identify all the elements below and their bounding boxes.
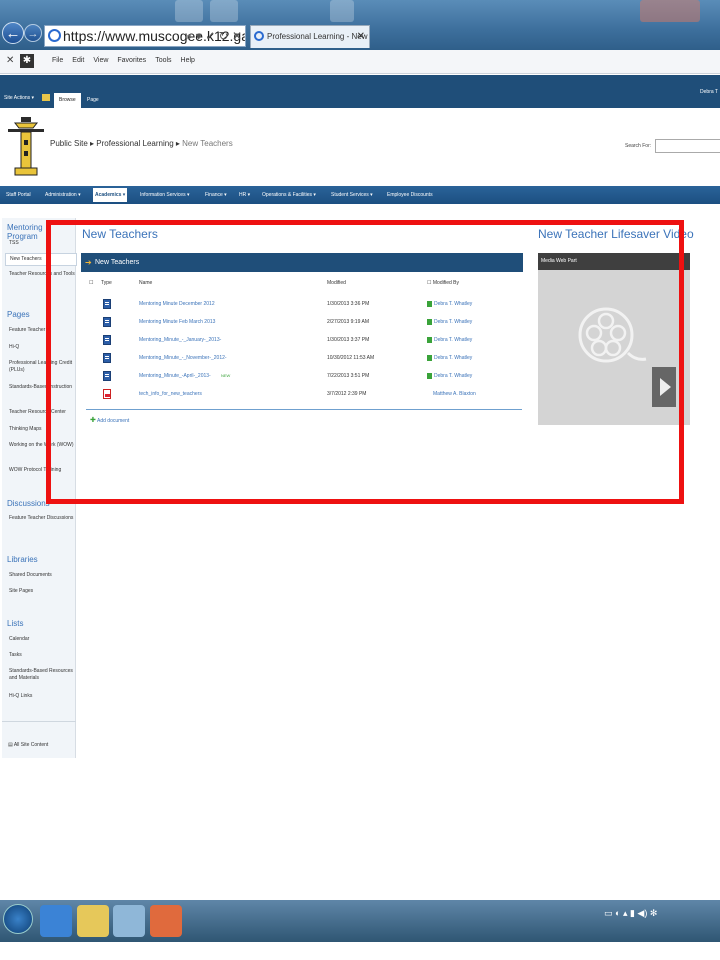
tab-title: Professional Learning - New Teac...	[267, 32, 369, 41]
topnav-item[interactable]: Information Services ▾	[140, 192, 189, 198]
nav-heading-lists[interactable]: Lists	[7, 619, 23, 628]
address-controls-icon[interactable]: ⌕ ▾ ✓ ↻ ✕	[186, 26, 242, 46]
breadcrumb-public-site[interactable]: Public Site	[50, 139, 88, 148]
menu-item-file[interactable]: File	[52, 57, 63, 64]
menu-list: File Edit View Favorites Tools Help	[52, 57, 204, 64]
topnav-item[interactable]: Employee Discounts	[387, 192, 433, 198]
tab-browse[interactable]: Browse	[54, 93, 81, 108]
breadcrumb-separator: ▸	[90, 139, 95, 148]
topnav-item[interactable]: Finance ▾	[205, 192, 227, 198]
gear-icon[interactable]: ✱	[20, 54, 34, 68]
nav-heading-libraries[interactable]: Libraries	[7, 555, 38, 564]
app-icon[interactable]	[113, 905, 145, 937]
background-icon	[640, 0, 700, 22]
nav-item-list[interactable]: Tasks	[9, 652, 77, 659]
background-icon	[210, 0, 238, 22]
back-button[interactable]: ←	[2, 22, 24, 44]
site-actions-menu[interactable]: Site Actions ▾	[4, 95, 34, 101]
menu-item-edit[interactable]: Edit	[72, 57, 84, 64]
menu-bar: ✕ ✱ File Edit View Favorites Tools Help	[0, 50, 720, 74]
menu-item-tools[interactable]: Tools	[155, 57, 171, 64]
highlight-box	[46, 220, 684, 504]
system-tray[interactable]: ▭ ◐ ▴ ▮ ◀) ✻	[604, 908, 657, 919]
folder-icon[interactable]	[42, 94, 50, 101]
nav-item-list[interactable]: Hi-Q Links	[9, 693, 77, 700]
file-explorer-icon[interactable]	[77, 905, 109, 937]
powerpoint-icon[interactable]	[150, 905, 182, 937]
breadcrumb: Public Site ▸ Professional Learning ▸ Ne…	[50, 139, 233, 148]
menu-item-help[interactable]: Help	[181, 57, 195, 64]
forward-button[interactable]: →	[24, 24, 42, 42]
ie-icon	[254, 31, 264, 41]
close-tab-icon[interactable]: ✕	[357, 26, 365, 48]
nav-item-discussion[interactable]: Feature Teacher Discussions	[9, 515, 77, 522]
topnav-item-active[interactable]: Academics ▾	[93, 188, 128, 202]
topnav-item[interactable]: Staff Portal	[6, 192, 31, 198]
close-icon[interactable]: ✕	[6, 55, 14, 66]
all-site-content-link[interactable]: ▤ All Site Content	[8, 742, 76, 749]
lighthouse-logo	[8, 117, 44, 176]
topnav-item[interactable]: Operations & Facilities ▾	[262, 192, 316, 198]
menu-item-view[interactable]: View	[93, 57, 108, 64]
top-navigation: Staff Portal Administration ▾ Academics …	[0, 186, 720, 204]
search-label: Search For:	[625, 143, 652, 149]
breadcrumb-separator: ▸	[175, 139, 180, 148]
nav-heading-discussions[interactable]: Discussions	[7, 499, 50, 508]
start-button[interactable]	[3, 904, 33, 934]
nav-heading-pages[interactable]: Pages	[7, 310, 30, 319]
topnav-item[interactable]: Administration ▾	[45, 192, 81, 198]
browser-tab[interactable]: Professional Learning - New Teac... ✕	[250, 25, 370, 48]
nav-item-list[interactable]: Standards-Based Resources and Materials	[9, 668, 77, 682]
divider	[2, 721, 76, 722]
background-icon	[330, 0, 354, 22]
taskbar: ▭ ◐ ▴ ▮ ◀) ✻	[0, 900, 720, 942]
nav-item-list[interactable]: Calendar	[9, 636, 77, 643]
ie-icon	[48, 29, 61, 42]
menu-item-favorites[interactable]: Favorites	[117, 57, 146, 64]
all-content-label: All Site Content	[13, 742, 49, 748]
sharepoint-ribbon: Site Actions ▾ Browse Page Debra T	[0, 75, 720, 108]
browser-toolbar: ← → https://www.muscogee.k12.ga.us/ ⌕ ▾ …	[0, 0, 720, 50]
nav-item-library[interactable]: Site Pages	[9, 588, 77, 595]
address-bar[interactable]: https://www.muscogee.k12.ga.us/ ⌕ ▾ ✓ ↻ …	[44, 25, 246, 47]
user-menu[interactable]: Debra T	[700, 89, 718, 95]
topnav-item[interactable]: Student Services ▾	[331, 192, 373, 198]
topnav-item[interactable]: HR ▾	[239, 192, 250, 198]
tab-page[interactable]: Page	[82, 93, 104, 108]
nav-item-library[interactable]: Shared Documents	[9, 572, 77, 579]
breadcrumb-new-teachers: New Teachers	[182, 139, 233, 148]
background-icon	[175, 0, 203, 22]
search-input[interactable]	[655, 139, 720, 153]
internet-explorer-icon[interactable]	[40, 905, 72, 937]
breadcrumb-professional-learning[interactable]: Professional Learning	[96, 139, 173, 148]
